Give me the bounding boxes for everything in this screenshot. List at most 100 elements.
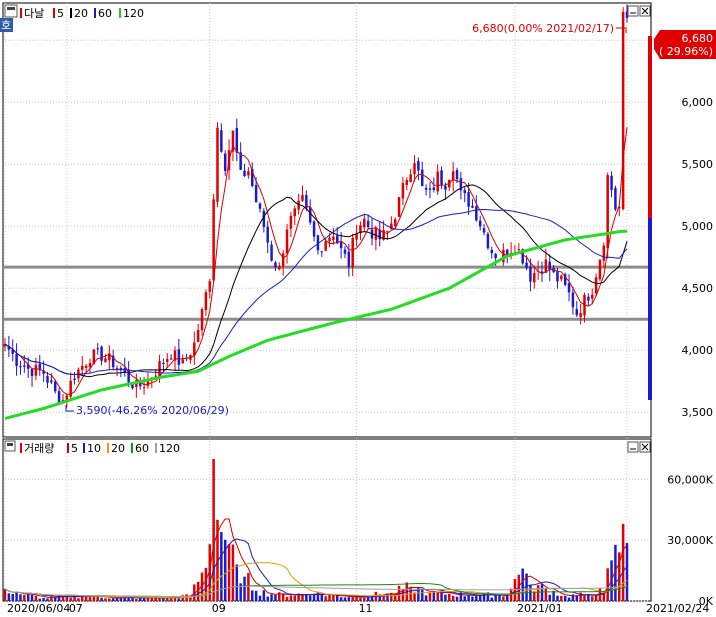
volume-bar: [231, 544, 235, 601]
volume-bar: [590, 596, 594, 601]
ma60-label: 60: [98, 7, 112, 20]
volume-bar: [347, 597, 351, 601]
candle-body: [529, 266, 532, 282]
candle-body: [181, 359, 184, 364]
volume-minimize-icon[interactable]: [627, 441, 639, 453]
candle-body: [587, 296, 590, 301]
candle-body: [332, 236, 335, 241]
candle-body: [610, 175, 613, 190]
volume-bar: [471, 596, 474, 601]
volume-bar: [594, 595, 598, 601]
candle-body: [533, 273, 536, 283]
vma5-label: 5: [71, 442, 78, 455]
volume-bar: [177, 598, 181, 601]
candle-body: [204, 292, 208, 311]
price-tick-label: 3,500: [682, 406, 714, 419]
volume-bar: [251, 590, 254, 601]
candle-body: [281, 253, 285, 267]
volume-bar: [150, 598, 154, 601]
candle-body: [467, 191, 470, 207]
volume-bar: [308, 595, 312, 601]
volume-bar: [521, 568, 524, 601]
volume-bar: [436, 591, 439, 601]
volume-bar: [463, 596, 466, 601]
candle-body: [208, 281, 212, 292]
volume-bar: [289, 595, 293, 601]
volume-bar: [3, 588, 7, 601]
volume-bar: [475, 595, 478, 601]
date-tick-label: 2021/02/24: [646, 602, 709, 615]
volume-bar: [212, 459, 215, 601]
volume-bar: [544, 588, 548, 601]
volume-bar: [158, 597, 161, 601]
minimize-icon[interactable]: [627, 5, 639, 17]
candle-body: [409, 174, 412, 183]
volume-bar: [625, 542, 629, 601]
candle-body: [444, 185, 447, 190]
volume-bar: [606, 568, 609, 601]
volume-bar: [498, 594, 501, 601]
volume-bar: [548, 594, 551, 601]
volume-tick-label: 60,000K: [667, 473, 713, 486]
vma120-label: 120: [159, 442, 180, 455]
candle-body: [397, 197, 401, 217]
date-tick-label: 09: [212, 602, 226, 615]
candle-body: [216, 127, 219, 202]
volume-bar: [166, 598, 169, 601]
candle-body: [196, 329, 200, 342]
candle-body: [560, 275, 563, 280]
candle-body: [320, 251, 324, 253]
volume-panel: [2, 438, 652, 602]
low-annotation: 3,590(-46.26% 2020/06/29): [76, 404, 229, 417]
volume-bar: [420, 588, 424, 601]
volume-bar: [26, 594, 30, 601]
volume-bar: [262, 590, 266, 601]
candle-body: [386, 231, 389, 233]
price-tick-label: 4,000: [682, 344, 714, 357]
volume-tick-label: 30,000K: [667, 534, 713, 547]
candle-body: [50, 380, 53, 383]
right-range-bar-blue: [648, 218, 652, 400]
candle-body: [393, 219, 397, 226]
volume-bar: [42, 597, 45, 601]
date-tick-label: 11: [359, 602, 373, 615]
volume-bar: [69, 597, 72, 601]
candle-body: [432, 187, 436, 190]
candle-body: [200, 309, 204, 331]
candle-body: [154, 375, 157, 377]
volume-bar: [154, 597, 157, 601]
candle-body: [301, 195, 304, 201]
candle-body: [590, 294, 594, 299]
candle-body: [270, 244, 273, 261]
volume-bar: [108, 598, 111, 601]
volume-bar: [88, 597, 92, 601]
legend-box-icon[interactable]: [4, 4, 18, 18]
candle-body: [169, 358, 173, 360]
volume-bar: [46, 598, 49, 601]
volume-bar: [23, 594, 26, 601]
volume-bar: [428, 592, 432, 601]
candle-body: [374, 228, 378, 240]
candle-body: [602, 245, 606, 261]
last-change-text: ( 29.96%): [659, 45, 713, 58]
candle-body: [347, 251, 351, 267]
high-annotation: 6,680(0.00% 2021/02/17): [472, 22, 614, 35]
volume-bar: [320, 594, 324, 601]
volume-bar: [235, 564, 239, 601]
candle-body: [420, 169, 424, 187]
volume-bar: [339, 597, 343, 601]
candle-body: [424, 187, 428, 190]
volume-bar: [204, 567, 208, 601]
volume-bar: [243, 576, 246, 601]
candle-body: [166, 359, 169, 362]
volume-bar: [11, 594, 14, 601]
candle-body: [413, 163, 416, 175]
candle-body: [23, 365, 26, 367]
ma120-label: 120: [123, 7, 144, 20]
volume-bar: [142, 597, 146, 601]
volume-bar: [351, 596, 354, 601]
candle-body: [278, 265, 281, 270]
volume-bar: [359, 597, 362, 601]
candle-body: [343, 249, 347, 254]
volume-bar: [220, 532, 223, 601]
